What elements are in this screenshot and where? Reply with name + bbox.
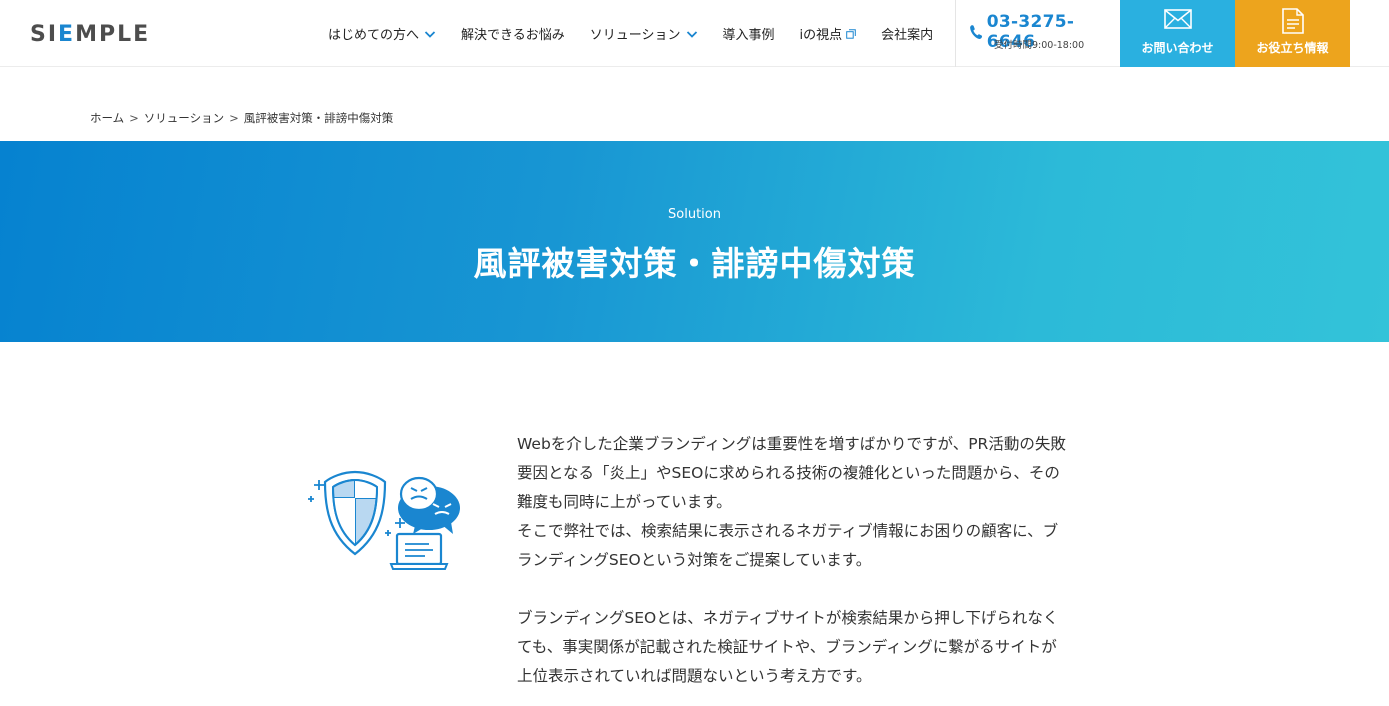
intro-line: そこで弊社では、検索結果に表示されるネガティブ情報にお困りの顧客に、ブ (517, 522, 1059, 540)
breadcrumb-home-link[interactable]: ホーム (90, 110, 124, 126)
nav-item-label: はじめての方へ (328, 28, 420, 43)
nav-item-label: 導入事例 (722, 28, 775, 43)
intro-line: 上位表示されていれば問題ないという考え方です。 (517, 667, 872, 685)
phone-hours: 受付時間9:00-18:00 (994, 40, 1085, 51)
contact-button-label: お問い合わせ (1141, 41, 1214, 55)
intro-line: ランディングSEOという対策をご提案しています。 (517, 551, 872, 569)
intro-paragraph: ブランディングSEOとは、ネガティブサイトが検索結果から押し下げられなく ても、… (517, 604, 1087, 691)
main-nav: はじめての方へ 解決できるお悩み ソリューション 導入事例 iの視点 会社案内 (328, 0, 933, 67)
intro-paragraph: Webを介した企業ブランディングは重要性を増すばかりですが、PR活動の失敗 要因… (517, 430, 1087, 575)
nav-item-beginners[interactable]: はじめての方へ (328, 24, 436, 43)
chevron-down-icon (686, 30, 697, 38)
nav-item-label: 解決できるお悩み (461, 28, 565, 43)
logo-text-end: MPLE (75, 22, 151, 47)
shield-laptop-illustration (308, 470, 460, 570)
angry-face-bubble-icon (398, 476, 460, 534)
hero-banner: Solution 風評被害対策・誹謗中傷対策 (0, 141, 1389, 342)
nav-item-label: iの視点 (799, 28, 843, 43)
site-logo[interactable]: SIEMPLE (30, 22, 150, 47)
phone-contact: 03-3275-6646 受付時間9:00-18:00 (955, 0, 1120, 67)
hero-eyebrow: Solution (668, 207, 721, 222)
phone-icon (970, 25, 983, 39)
intro-line: 要因となる「炎上」やSEOに求められる技術の複雑化といった問題から、その (517, 464, 1060, 482)
logo-text-accent: E (58, 22, 76, 47)
laptop-icon (389, 532, 449, 570)
intro-line: ブランディングSEOとは、ネガティブサイトが検索結果から押し下げられなく (517, 609, 1059, 627)
useful-info-button[interactable]: お役立ち情報 (1235, 0, 1350, 67)
intro-line: ても、事実関係が記載された検証サイトや、ブランディングに繋がるサイトが (517, 638, 1057, 656)
breadcrumb-current: 風評被害対策・誹謗中傷対策 (243, 111, 394, 125)
nav-item-case-studies[interactable]: 導入事例 (723, 24, 775, 43)
breadcrumb: ホーム > ソリューション > 風評被害対策・誹謗中傷対策 (90, 110, 393, 126)
logo-text-start: SI (30, 22, 59, 47)
contact-button[interactable]: お問い合わせ (1120, 0, 1235, 67)
shield-icon (323, 470, 387, 556)
nav-item-i-perspective[interactable]: iの視点 (800, 24, 857, 43)
intro-line: Webを介した企業ブランディングは重要性を増すばかりですが、PR活動の失敗 (517, 435, 1066, 453)
nav-item-label: 会社案内 (881, 28, 934, 43)
document-icon (1281, 8, 1304, 34)
intro-text: Webを介した企業ブランディングは重要性を増すばかりですが、PR活動の失敗 要因… (517, 430, 1087, 706)
breadcrumb-separator: > (229, 111, 239, 125)
breadcrumb-solutions-link[interactable]: ソリューション (144, 110, 224, 126)
envelope-icon (1163, 9, 1192, 29)
nav-item-problems[interactable]: 解決できるお悩み (461, 24, 565, 43)
chevron-down-icon (424, 30, 436, 38)
external-link-icon (846, 28, 856, 39)
site-header: SIEMPLE はじめての方へ 解決できるお悩み ソリューション 導入事例 iの… (0, 0, 1389, 67)
nav-item-company[interactable]: 会社案内 (881, 24, 933, 43)
nav-item-solutions[interactable]: ソリューション (590, 24, 698, 43)
useful-info-button-label: お役立ち情報 (1256, 41, 1329, 55)
intro-line: 難度も同時に上がっています。 (517, 493, 732, 511)
breadcrumb-separator: > (129, 111, 139, 125)
nav-item-label: ソリューション (589, 28, 681, 43)
page-title: 風評被害対策・誹謗中傷対策 (473, 244, 916, 283)
